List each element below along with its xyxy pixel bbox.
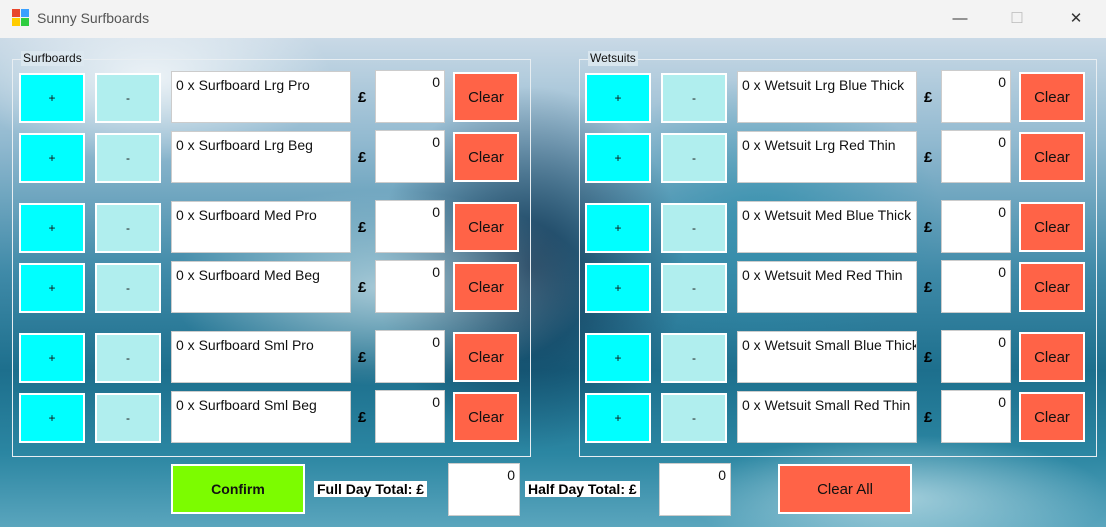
surfboard-row-currency-label: £ [358,89,367,106]
wetsuit-row-plus-button[interactable]: + [585,73,651,123]
wetsuit-row-description: 0 x Wetsuit Med Blue Thick [737,201,917,253]
surfboard-row-clear-button[interactable]: Clear [453,132,519,182]
surfboard-row-plus-button[interactable]: + [19,133,85,183]
surfboard-row-minus-button[interactable]: - [95,133,161,183]
surfboard-row-clear-button[interactable]: Clear [453,72,519,122]
surfboard-row-clear-button[interactable]: Clear [453,392,519,442]
surfboard-row-clear-button[interactable]: Clear [453,332,519,382]
wetsuit-row-plus-button[interactable]: + [585,263,651,313]
close-button[interactable]: ✕ [1053,0,1099,38]
wetsuit-row-amount-field[interactable]: 0 [941,260,1011,313]
wetsuits-group-label: Wetsuits [588,51,638,66]
wetsuit-row-amount-field[interactable]: 0 [941,390,1011,443]
wetsuit-row-plus-button[interactable]: + [585,203,651,253]
wetsuit-row-currency-label: £ [924,219,933,236]
surfboard-row-minus-button[interactable]: - [95,263,161,313]
wetsuit-row-clear-button[interactable]: Clear [1019,202,1085,252]
wetsuit-row-description: 0 x Wetsuit Med Red Thin [737,261,917,313]
wetsuit-row-minus-button[interactable]: - [661,203,727,253]
surfboard-row-currency-label: £ [358,219,367,236]
surfboard-row-minus-button[interactable]: - [95,203,161,253]
surfboard-row-currency-label: £ [358,279,367,296]
wetsuit-row-amount-field[interactable]: 0 [941,200,1011,253]
maximize-button[interactable]: ☐ [994,0,1040,38]
surfboard-row-amount-field[interactable]: 0 [375,130,445,183]
confirm-button[interactable]: Confirm [171,464,305,514]
wetsuit-row-minus-button[interactable]: - [661,333,727,383]
half-day-total-field[interactable]: 0 [659,463,731,516]
full-day-total-field[interactable]: 0 [448,463,520,516]
wetsuit-row-plus-button[interactable]: + [585,393,651,443]
surfboard-row-amount-field[interactable]: 0 [375,330,445,383]
surfboard-row-minus-button[interactable]: - [95,393,161,443]
surfboard-row-description: 0 x Surfboard Sml Pro [171,331,351,383]
wetsuit-row-clear-button[interactable]: Clear [1019,262,1085,312]
wetsuit-row-amount-field[interactable]: 0 [941,330,1011,383]
minimize-button[interactable]: — [937,0,983,38]
wetsuit-row-currency-label: £ [924,279,933,296]
surfboard-row-plus-button[interactable]: + [19,333,85,383]
clear-all-button[interactable]: Clear All [778,464,912,514]
wetsuit-row-minus-button[interactable]: - [661,133,727,183]
surfboard-row-plus-button[interactable]: + [19,73,85,123]
surfboard-row-currency-label: £ [358,409,367,426]
surfboard-row-amount-field[interactable]: 0 [375,390,445,443]
surfboard-row-plus-button[interactable]: + [19,393,85,443]
surfboard-row-description: 0 x Surfboard Med Pro [171,201,351,253]
surfboard-row-plus-button[interactable]: + [19,203,85,253]
surfboard-row-description: 0 x Surfboard Sml Beg [171,391,351,443]
wetsuit-row-amount-field[interactable]: 0 [941,130,1011,183]
surfboard-row-minus-button[interactable]: - [95,73,161,123]
wetsuit-row-currency-label: £ [924,89,933,106]
wetsuit-row-clear-button[interactable]: Clear [1019,332,1085,382]
surfboards-group-label: Surfboards [21,51,84,66]
wetsuit-row-clear-button[interactable]: Clear [1019,132,1085,182]
client-area: Surfboards Wetsuits + -0 x Surfboard Lrg … [0,38,1106,527]
wetsuit-row-description: 0 x Wetsuit Small Blue Thick [737,331,917,383]
wetsuit-row-minus-button[interactable]: - [661,73,727,123]
wetsuit-row-amount-field[interactable]: 0 [941,70,1011,123]
surfboard-row-plus-button[interactable]: + [19,263,85,313]
surfboard-row-amount-field[interactable]: 0 [375,200,445,253]
surfboard-row-description: 0 x Surfboard Lrg Beg [171,131,351,183]
app-icon [12,9,30,27]
wetsuit-row-plus-button[interactable]: + [585,333,651,383]
surfboard-row-clear-button[interactable]: Clear [453,262,519,312]
wetsuit-row-minus-button[interactable]: - [661,393,727,443]
surfboard-row-currency-label: £ [358,149,367,166]
surfboard-row-minus-button[interactable]: - [95,333,161,383]
surfboard-row-description: 0 x Surfboard Med Beg [171,261,351,313]
surfboard-row-clear-button[interactable]: Clear [453,202,519,252]
wetsuit-row-description: 0 x Wetsuit Lrg Red Thin [737,131,917,183]
half-day-total-label: Half Day Total: £ [525,481,640,497]
wetsuit-row-currency-label: £ [924,349,933,366]
wetsuit-row-currency-label: £ [924,149,933,166]
wetsuit-row-plus-button[interactable]: + [585,133,651,183]
surfboard-row-description: 0 x Surfboard Lrg Pro [171,71,351,123]
surfboard-row-currency-label: £ [358,349,367,366]
wetsuit-row-description: 0 x Wetsuit Lrg Blue Thick [737,71,917,123]
window-title: Sunny Surfboards [37,10,150,26]
surfboard-row-amount-field[interactable]: 0 [375,70,445,123]
wetsuit-row-minus-button[interactable]: - [661,263,727,313]
full-day-total-label: Full Day Total: £ [314,481,428,497]
wetsuit-row-description: 0 x Wetsuit Small Red Thin [737,391,917,443]
app-window: Sunny Surfboards — ☐ ✕ Surfboards Wetsui… [0,0,1106,527]
wetsuit-row-currency-label: £ [924,409,933,426]
wetsuit-row-clear-button[interactable]: Clear [1019,392,1085,442]
title-bar[interactable]: Sunny Surfboards — ☐ ✕ [0,0,1106,38]
wetsuit-row-clear-button[interactable]: Clear [1019,72,1085,122]
surfboard-row-amount-field[interactable]: 0 [375,260,445,313]
